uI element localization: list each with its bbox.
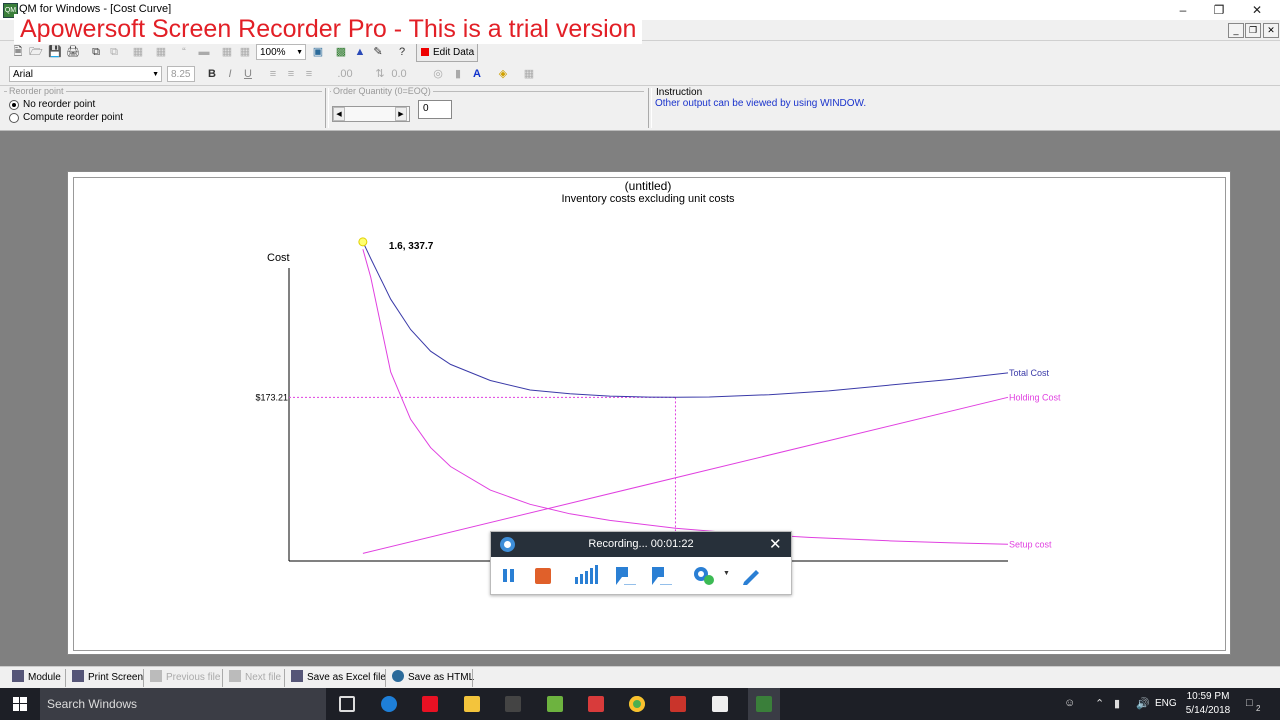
stop-icon[interactable] [534,565,552,585]
series-line-holding-cost [362,396,1009,554]
print-screen-button[interactable]: Print Screen [72,670,143,686]
previous-file-icon [150,670,162,682]
print-screen-icon [72,670,84,682]
mail-icon[interactable] [712,696,728,712]
pencil-icon[interactable] [741,565,763,585]
media-app-icon[interactable] [670,696,686,712]
taskbar-search-input[interactable]: Search Windows [40,688,326,720]
chevron-down-icon[interactable]: ▼ [723,570,730,590]
heart-app-icon[interactable] [422,696,438,712]
pause-icon[interactable] [501,565,517,585]
chart-title: (untitled) [625,179,672,193]
save-html-button[interactable]: Save as HTML [392,670,474,686]
cost-curve-chart: (untitled) Inventory costs excluding uni… [255,179,1061,562]
save-excel-button[interactable]: Save as Excel file [291,670,386,686]
clock-time: 10:59 PM [1186,691,1230,702]
excel-icon [291,670,303,682]
print-screen-label: Print Screen [88,672,144,683]
series-label-setup-cost: Setup cost [1009,539,1052,549]
annotate-alt-icon[interactable] [650,565,674,585]
status-bar: Module Print Screen Previous file Next f… [0,666,1280,689]
series-label-total-cost: Total Cost [1009,368,1050,378]
previous-file-label: Previous file [166,672,221,683]
hover-point-marker [358,237,368,247]
battery-icon[interactable]: ▮ [1114,697,1120,710]
series-label-holding-cost: Holding Cost [1009,392,1061,402]
taskbar: Search Windows ☺ ⌃ ▮ 🔊 ENG 10:59 PM 5/14… [0,688,1280,720]
volume-icon[interactable]: 🔊 [1136,697,1150,710]
notification-icon[interactable]: □ [1246,697,1253,709]
recording-status: Recording... 00:01:22 [588,538,694,550]
chart-subtitle: Inventory costs excluding unit costs [561,193,735,205]
save-excel-label: Save as Excel file [307,672,386,683]
windows-start-icon[interactable] [0,688,40,720]
chevron-up-icon[interactable]: ⌃ [1095,697,1104,710]
y-axis-label: Cost [267,252,290,264]
trial-watermark: Apowersoft Screen Recorder Pro - This is… [14,14,643,44]
task-view-icon[interactable] [339,696,355,712]
qm-app-icon [756,696,772,712]
webcam-add-icon[interactable] [692,565,716,585]
globe-icon [392,670,404,682]
app-t-icon[interactable] [588,696,604,712]
recorder-header: Recording... 00:01:22 ✕ [491,532,791,557]
recorder-close-icon[interactable]: ✕ [769,535,782,553]
module-label: Module [28,672,61,683]
module-icon [12,670,24,682]
next-file-button[interactable]: Next file [229,670,281,686]
next-file-icon [229,670,241,682]
screen-recorder-widget: Recording... 00:01:22 ✕ ▼ [490,531,792,595]
file-explorer-icon[interactable] [464,696,480,712]
language-indicator[interactable]: ENG [1155,698,1177,709]
module-button[interactable]: Module [12,670,61,686]
series-line-total-cost [362,241,1009,398]
edge-icon[interactable] [381,696,397,712]
annotate-icon[interactable] [614,565,638,585]
people-icon[interactable]: ☺ [1064,697,1075,709]
clock-date: 5/14/2018 [1185,705,1231,716]
clock[interactable]: 10:59 PM 5/14/2018 [1180,690,1236,718]
amazon-icon[interactable] [505,696,521,712]
eoq-cost-label: $173.21 [255,392,288,402]
series-group: Total Cost Holding Cost Setup cost [362,241,1061,554]
previous-file-button[interactable]: Previous file [150,670,220,686]
next-file-label: Next file [245,672,282,683]
hover-point-label: 1.6, 337.7 [389,241,434,252]
volume-bars-icon[interactable] [575,565,601,585]
chrome-icon[interactable] [629,696,645,712]
app-w-icon[interactable] [547,696,563,712]
notification-count: 2 [1256,704,1261,713]
save-html-label: Save as HTML [408,672,475,683]
